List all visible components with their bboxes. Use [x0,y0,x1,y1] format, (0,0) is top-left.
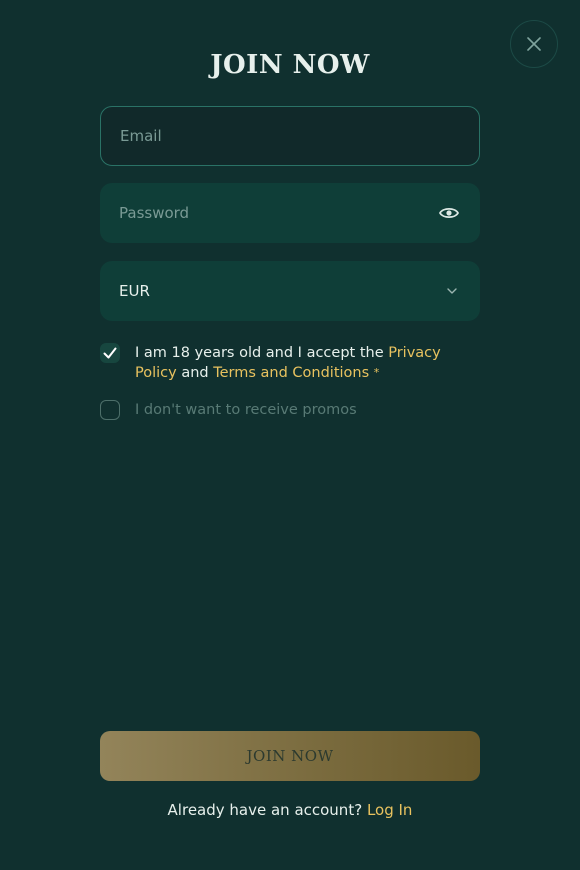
close-icon [527,37,541,51]
required-mark: * [373,366,380,379]
terms-text-before: I am 18 years old and I accept the [135,345,389,361]
currency-select[interactable]: EUR [100,261,480,321]
show-password-button[interactable] [438,202,460,224]
password-input[interactable] [100,183,480,243]
promos-label: I don't want to receive promos [135,402,357,418]
email-input[interactable] [101,107,479,165]
join-now-button[interactable]: JOIN NOW [100,731,480,781]
password-field-container [100,183,480,243]
modal-title: JOIN NOW [210,50,370,80]
email-field-container [100,106,480,166]
login-prompt-text: Already have an account? [167,801,367,819]
join-modal: JOIN NOW EUR I am 18 years old and I acc… [0,0,580,870]
promos-checkbox[interactable] [100,400,120,420]
terms-label: I am 18 years old and I accept the Priva… [135,343,480,383]
checkmark-icon [103,347,117,359]
login-link[interactable]: Log In [367,801,413,819]
terms-text-middle: and [176,365,214,381]
currency-value: EUR [119,282,150,300]
terms-and-conditions-link[interactable]: Terms and Conditions [213,365,369,381]
chevron-down-icon [446,285,458,297]
login-prompt: Already have an account? Log In [0,800,580,820]
eye-icon [439,207,459,219]
terms-checkbox[interactable] [100,343,120,363]
